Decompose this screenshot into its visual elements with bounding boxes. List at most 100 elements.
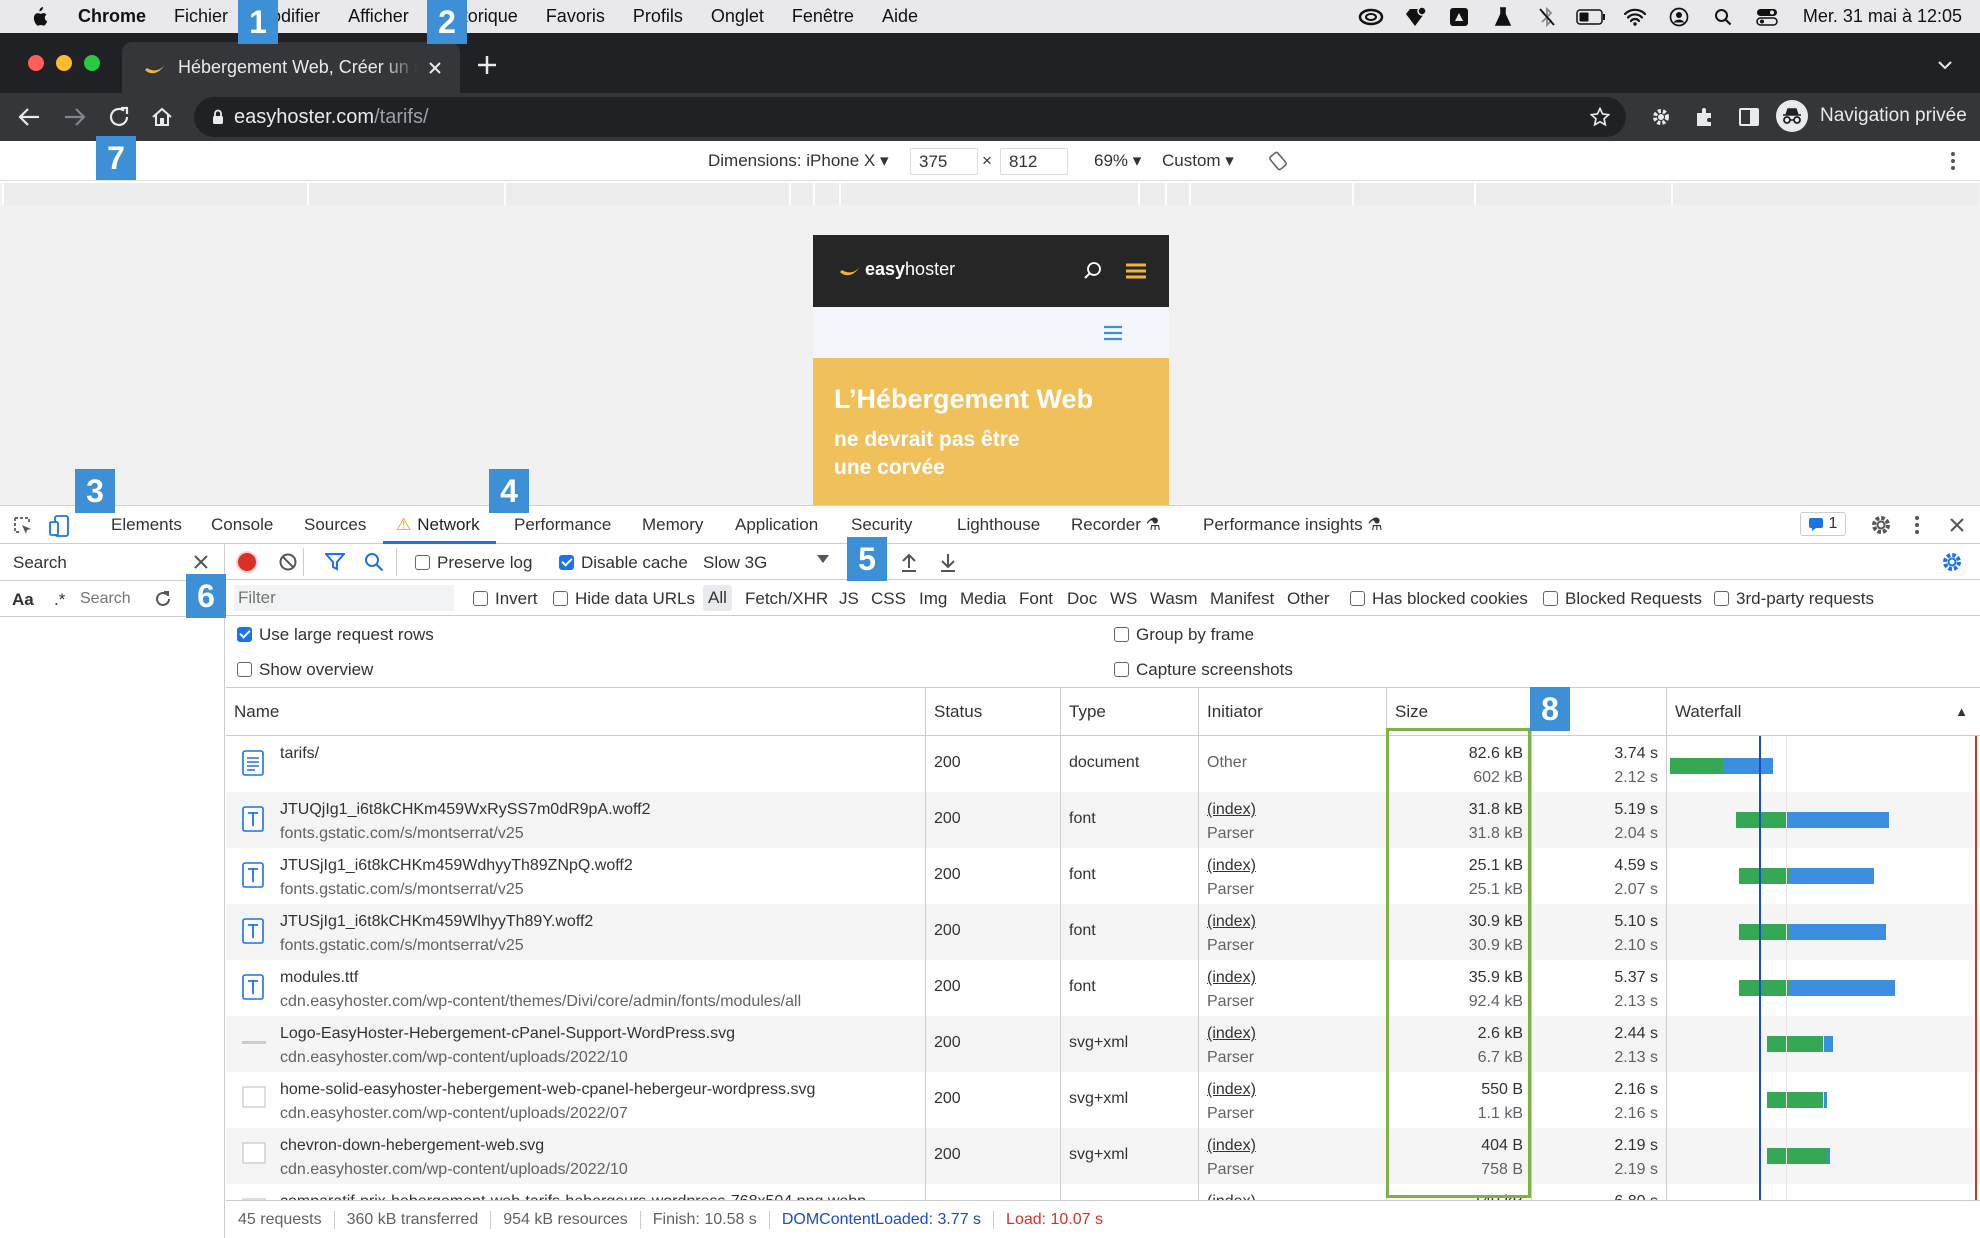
tab-memory[interactable]: Memory <box>642 515 703 535</box>
export-har-icon[interactable] <box>939 552 957 572</box>
record-button[interactable] <box>238 553 256 571</box>
extensions-puzzle-icon[interactable] <box>1694 106 1716 128</box>
type-filter-all[interactable]: All <box>703 585 732 611</box>
spotlight-search-icon[interactable] <box>1701 8 1745 26</box>
tab-application[interactable]: Application <box>735 515 818 535</box>
table-row[interactable]: home-solid-easyhoster-hebergement-web-cp… <box>226 1072 1980 1128</box>
new-tab-icon[interactable] <box>477 55 497 75</box>
device-height-input[interactable]: 812 <box>1000 148 1068 175</box>
tab-lighthouse[interactable]: Lighthouse <box>957 515 1040 535</box>
blocked-requests-checkbox[interactable]: Blocked Requests <box>1543 589 1702 609</box>
tab-security[interactable]: Security <box>851 515 912 535</box>
reload-icon[interactable] <box>108 106 130 128</box>
search-refresh-icon[interactable] <box>154 590 172 608</box>
tab-elements[interactable]: Elements <box>111 515 182 535</box>
creative-cloud-icon[interactable] <box>1349 8 1393 26</box>
tab-console[interactable]: Console <box>211 515 273 535</box>
window-minimize-button[interactable] <box>56 55 72 71</box>
site-search-icon[interactable] <box>1083 261 1103 281</box>
user-account-icon[interactable] <box>1657 7 1701 27</box>
tab-performance-insights[interactable]: Performance insights ⚗ <box>1203 515 1383 535</box>
tab-recorder[interactable]: Recorder ⚗ <box>1071 515 1161 535</box>
type-filter-ws[interactable]: WS <box>1110 589 1137 609</box>
site-menu-icon[interactable] <box>1125 263 1147 279</box>
type-filter-img[interactable]: Img <box>919 589 947 609</box>
media-query-ruler[interactable] <box>0 183 1980 205</box>
forward-arrow-icon[interactable] <box>64 107 86 127</box>
menu-fichier[interactable]: Fichier <box>174 6 228 27</box>
table-row[interactable]: tarifs/200 document Other 82.6 kB 602 kB 3.74… <box>226 736 1980 792</box>
subnav-menu-icon[interactable] <box>1103 325 1123 341</box>
rotate-icon[interactable] <box>1268 151 1288 171</box>
inspect-element-icon[interactable] <box>12 515 34 537</box>
device-toggle-icon[interactable] <box>48 514 70 538</box>
capture-screenshots-checkbox[interactable]: Capture screenshots <box>1114 660 1293 680</box>
throttling-dropdown-icon[interactable] <box>817 555 829 563</box>
type-filter-font[interactable]: Font <box>1019 589 1053 609</box>
col-type[interactable]: Type <box>1061 688 1199 736</box>
bluetooth-off-icon[interactable] <box>1525 6 1569 27</box>
back-arrow-icon[interactable] <box>18 107 40 127</box>
type-filter-manifest[interactable]: Manifest <box>1210 589 1274 609</box>
menu-app-name[interactable]: Chrome <box>78 6 146 27</box>
hide-data-urls-checkbox[interactable]: Hide data URLs <box>553 589 695 609</box>
drive-icon[interactable] <box>1437 7 1481 27</box>
type-filter-other[interactable]: Other <box>1287 589 1330 609</box>
control-center-icon[interactable] <box>1745 8 1789 26</box>
tab-performance[interactable]: Performance <box>514 515 611 535</box>
has-blocked-cookies-checkbox[interactable]: Has blocked cookies <box>1350 589 1528 609</box>
menu-afficher[interactable]: Afficher <box>348 6 409 27</box>
menu-profils[interactable]: Profils <box>633 6 683 27</box>
menu-onglet[interactable]: Onglet <box>711 6 764 27</box>
network-search-icon[interactable] <box>364 552 384 572</box>
vpn-heart-icon[interactable] <box>1393 5 1437 28</box>
type-filter-js[interactable]: JS <box>839 589 859 609</box>
home-icon[interactable] <box>151 106 173 128</box>
site-logo-icon[interactable] <box>839 263 863 277</box>
apple-icon[interactable] <box>30 6 48 27</box>
col-waterfall[interactable]: Waterfall ▲ <box>1667 688 1980 736</box>
omnibox[interactable]: easyhoster.com/tarifs/ <box>194 97 1626 137</box>
menubar-clock[interactable]: Mer. 31 mai à 12:05 <box>1803 6 1962 27</box>
window-close-button[interactable] <box>28 55 44 71</box>
issues-badge[interactable]: 1 <box>1800 512 1846 536</box>
col-status[interactable]: Status <box>926 688 1061 736</box>
type-filter-css[interactable]: CSS <box>871 589 906 609</box>
network-settings-icon[interactable] <box>1941 551 1963 573</box>
table-row[interactable]: Logo-EasyHoster-Hebergement-cPanel-Suppo… <box>226 1016 1980 1072</box>
table-row[interactable]: modules.ttf cdn.easyhoster.com/wp-content… <box>226 960 1980 1016</box>
type-filter-doc[interactable]: Doc <box>1067 589 1097 609</box>
regex-toggle[interactable]: .* <box>54 590 65 610</box>
table-row[interactable]: JTUSjIg1_i6t8kCHKm459WlhyyTh89Y.woff2 fon… <box>226 904 1980 960</box>
device-throttle-select[interactable]: Custom ▾ <box>1162 151 1234 171</box>
table-row[interactable]: JTUSjIg1_i6t8kCHKm459WdhyyTh89ZNpQ.woff2… <box>226 848 1980 904</box>
tab-network[interactable]: ⚠ Network <box>396 515 480 535</box>
filter-funnel-icon[interactable] <box>325 553 345 571</box>
tab-sources[interactable]: Sources <box>304 515 366 535</box>
site-logo[interactable]: easyhoster <box>865 259 955 280</box>
type-filter-wasm[interactable]: Wasm <box>1150 589 1198 609</box>
filter-input[interactable] <box>234 585 454 611</box>
flask-icon[interactable] <box>1481 6 1525 27</box>
import-har-icon[interactable] <box>900 552 918 572</box>
third-party-checkbox[interactable]: 3rd-party requests <box>1714 589 1874 609</box>
menu-aide[interactable]: Aide <box>882 6 918 27</box>
device-width-input[interactable]: 375 <box>910 148 978 175</box>
col-name[interactable]: Name <box>226 688 926 736</box>
bookmark-star-icon[interactable] <box>1590 107 1610 127</box>
extension-gear-icon[interactable] <box>1650 106 1672 128</box>
tab-search-chevron-icon[interactable] <box>1937 60 1953 70</box>
type-filter-media[interactable]: Media <box>960 589 1006 609</box>
tab-close-icon[interactable] <box>428 61 442 75</box>
table-row[interactable]: comparatif-prix-hebergement-web-tarifs-h… <box>226 1184 1980 1200</box>
table-row[interactable]: JTUQjIg1_i6t8kCHKm459WxRySS7m0dR9pA.woff… <box>226 792 1980 848</box>
clear-icon[interactable] <box>278 552 298 572</box>
throttling-select[interactable]: Slow 3G <box>703 553 767 573</box>
browser-tab-active[interactable]: Hébergement Web, Créer un si <box>122 42 460 93</box>
side-panel-icon[interactable] <box>1738 106 1760 128</box>
invert-checkbox[interactable]: Invert <box>473 589 538 609</box>
device-zoom-select[interactable]: 69% ▾ <box>1094 151 1141 171</box>
match-case-toggle[interactable]: Aa <box>12 590 34 610</box>
devtools-settings-icon[interactable] <box>1870 514 1892 536</box>
menu-fenetre[interactable]: Fenêtre <box>792 6 854 27</box>
